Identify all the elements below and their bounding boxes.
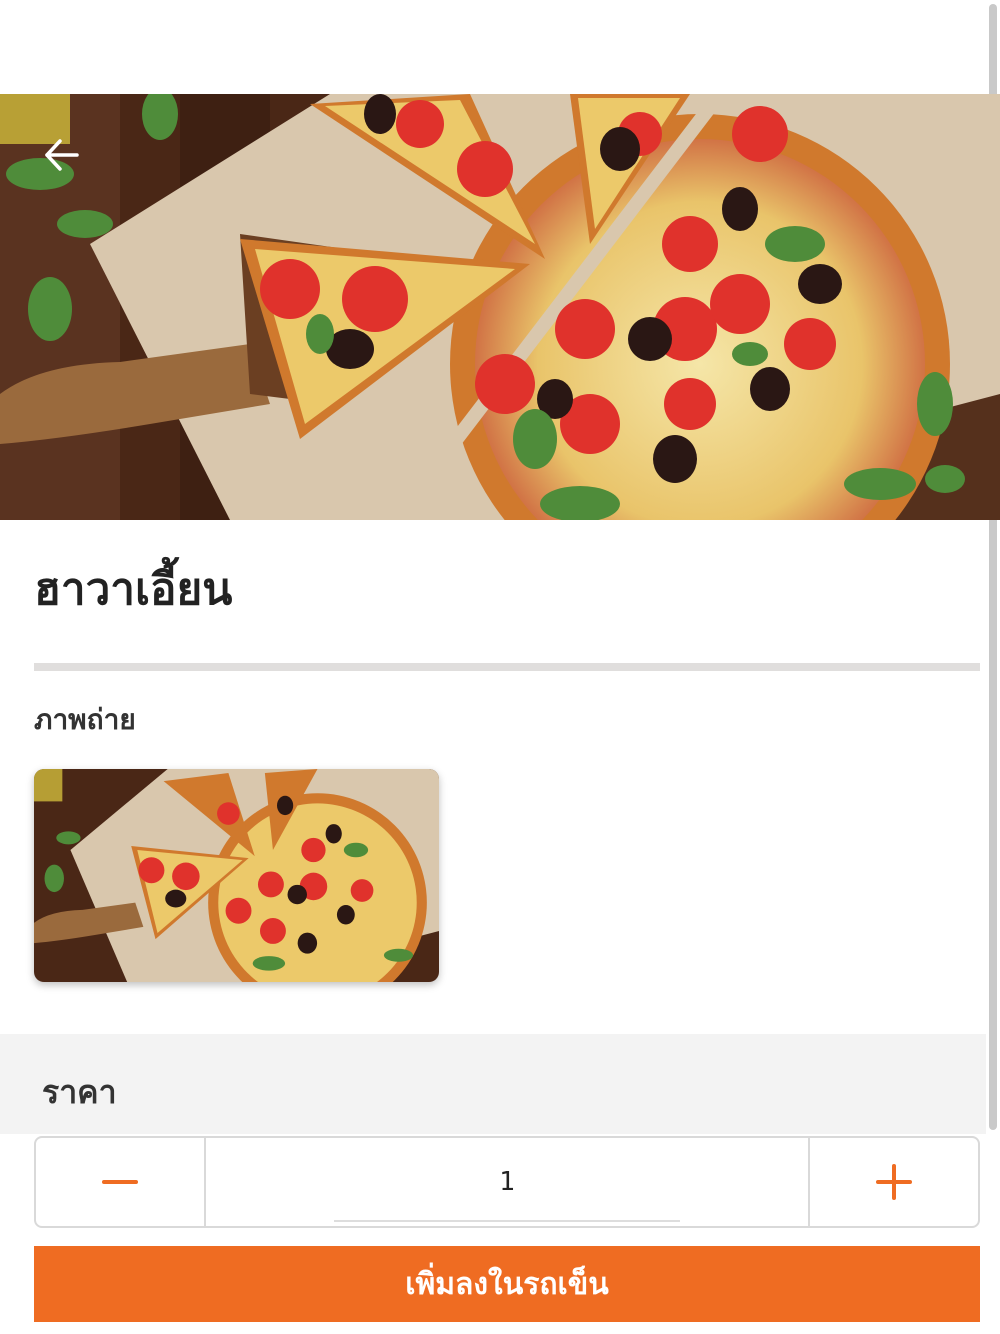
quantity-stepper: 1 (34, 1136, 980, 1228)
pizza-thumbnail-image (34, 769, 439, 982)
decrease-quantity-button[interactable] (36, 1138, 206, 1226)
hero-image (0, 94, 1000, 520)
product-title: ฮาวาเอี้ยน (34, 564, 233, 615)
photo-thumbnail[interactable] (34, 769, 439, 982)
photos-label: ภาพถ่าย (34, 703, 136, 736)
quantity-input[interactable]: 1 (206, 1138, 808, 1226)
arrow-left-icon (45, 139, 79, 171)
top-bar (0, 0, 1000, 94)
section-divider (34, 663, 980, 671)
price-section (0, 1034, 986, 1134)
add-to-cart-button[interactable]: เพิ่มลงในรถเข็น (34, 1246, 980, 1322)
quantity-value: 1 (499, 1167, 515, 1197)
minus-icon (102, 1180, 138, 1184)
price-label: ราคา (42, 1073, 117, 1111)
add-to-cart-label: เพิ่มลงในรถเข็น (405, 1266, 609, 1302)
pizza-illustration (0, 94, 1000, 520)
increase-quantity-button[interactable] (808, 1138, 978, 1226)
quantity-underline (334, 1220, 680, 1222)
plus-icon (876, 1164, 912, 1200)
back-button[interactable] (38, 132, 84, 178)
